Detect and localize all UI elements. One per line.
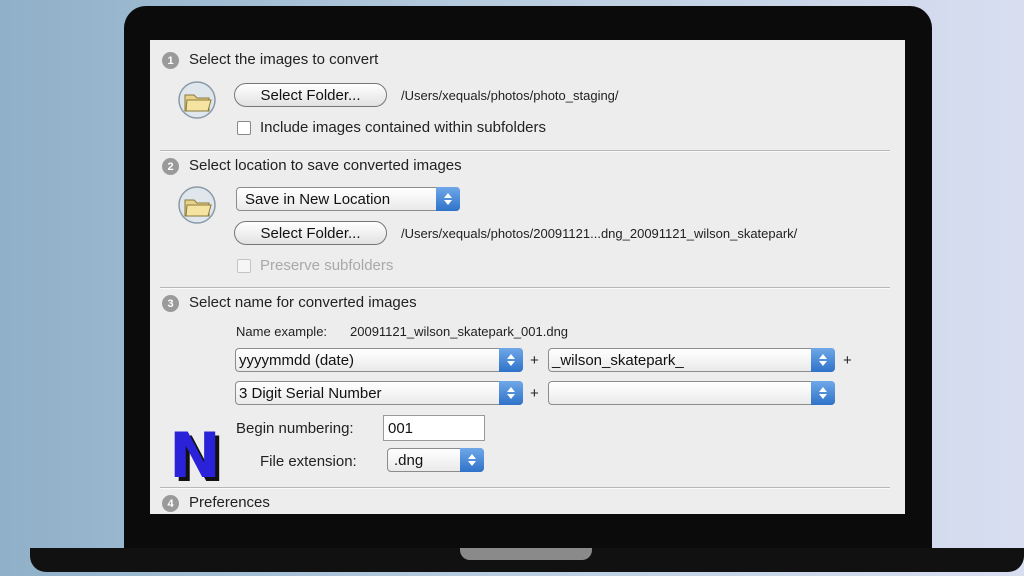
section-divider: [160, 150, 890, 152]
stepper-arrows-icon: [811, 348, 835, 372]
stepper-arrows-icon: [499, 381, 523, 405]
save-location-value: Save in New Location: [245, 190, 391, 208]
stepper-arrows-icon: [436, 187, 460, 211]
section-4-number: 4: [162, 495, 179, 512]
section-2-title: Select location to save converted images: [189, 157, 462, 174]
section-3-number: 3: [162, 295, 179, 312]
name-example-label: Name example:: [236, 324, 328, 339]
name-part-1-value: yyyymmdd (date): [239, 351, 355, 369]
select-source-folder-button[interactable]: Select Folder...: [234, 83, 387, 107]
section-3-title: Select name for converted images: [189, 294, 417, 311]
select-destination-folder-button[interactable]: Select Folder...: [234, 221, 387, 245]
plus-separator: +: [843, 352, 852, 369]
section-1-number: 1: [162, 52, 179, 69]
name-example-value: 20091121_wilson_skatepark_001.dng: [350, 324, 569, 339]
section-2-number: 2: [162, 158, 179, 175]
file-extension-value: .dng: [394, 451, 424, 469]
stepper-arrows-icon: [811, 381, 835, 405]
name-part-4-combo[interactable]: [548, 381, 835, 405]
file-extension-select[interactable]: .dng: [387, 448, 484, 472]
include-subfolders-checkbox[interactable]: [237, 121, 251, 135]
folder-icon: [178, 81, 216, 119]
folder-icon: [178, 186, 216, 224]
destination-folder-path: /Users/xequals/photos/20091121...dng_200…: [401, 226, 798, 241]
preserve-subfolders-checkbox[interactable]: [237, 259, 251, 273]
name-part-3-value: 3 Digit Serial Number: [239, 384, 382, 402]
svg-text:N: N: [169, 425, 221, 487]
include-subfolders-label: Include images contained within subfolde…: [260, 119, 547, 136]
section-divider: [160, 487, 890, 489]
section-1-title: Select the images to convert: [189, 51, 379, 68]
plus-separator: +: [530, 385, 539, 402]
n-logo-icon: N N: [169, 425, 225, 487]
plus-separator: +: [530, 352, 539, 369]
name-part-2-value: _wilson_skatepark_: [552, 351, 684, 369]
preserve-subfolders-label: Preserve subfolders: [260, 257, 394, 274]
begin-numbering-input[interactable]: 001: [383, 415, 485, 441]
file-extension-label: File extension:: [260, 453, 357, 470]
section-4-title[interactable]: Preferences: [189, 494, 270, 511]
stepper-arrows-icon: [499, 348, 523, 372]
laptop-base-notch: [460, 548, 592, 560]
dng-converter-window: 1 Select the images to convert Select Fo…: [150, 40, 905, 514]
save-location-select[interactable]: Save in New Location: [236, 187, 460, 211]
section-divider: [160, 287, 890, 289]
name-part-2-combo[interactable]: _wilson_skatepark_: [548, 348, 835, 372]
stepper-arrows-icon: [460, 448, 484, 472]
name-part-3-combo[interactable]: 3 Digit Serial Number: [235, 381, 523, 405]
name-part-1-combo[interactable]: yyyymmdd (date): [235, 348, 523, 372]
begin-numbering-label: Begin numbering:: [236, 420, 354, 437]
source-folder-path: /Users/xequals/photos/photo_staging/: [401, 88, 619, 103]
